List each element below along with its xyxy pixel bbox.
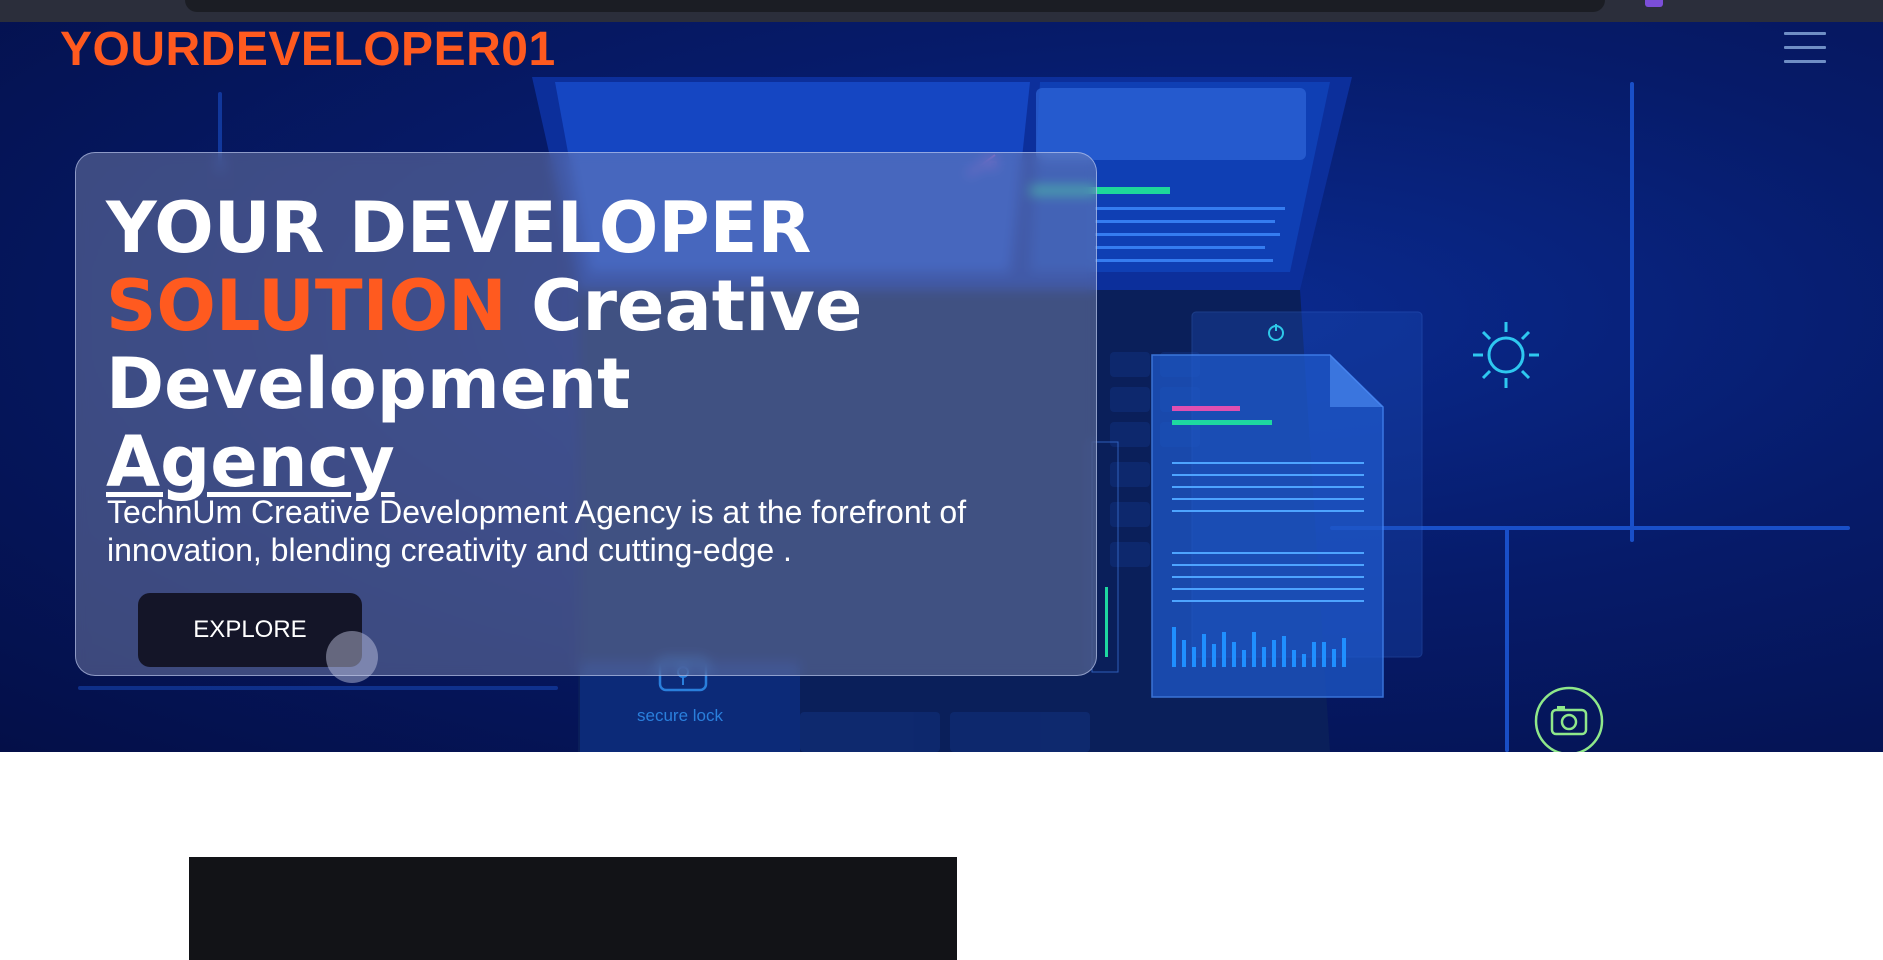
brand-logo[interactable]: YOURDEVELOPER01 (60, 22, 556, 77)
media-placeholder (189, 857, 957, 960)
cursor-indicator (326, 631, 378, 683)
headline-line1: YOUR DEVELOPER (106, 187, 812, 269)
menu-bar-top (1784, 32, 1826, 35)
hero-card: YOUR DEVELOPER SOLUTION Creative Developm… (75, 152, 1097, 683)
secure-lock-label: secure lock (637, 706, 723, 725)
headline-last[interactable]: Agency (106, 421, 395, 503)
hero-section: YOURDEVELOPER01 YOUR DEVELOPER SOLUTION C… (0, 22, 1883, 752)
extension-icon[interactable] (1645, 0, 1663, 7)
headline-accent: SOLUTION (106, 265, 507, 347)
menu-bar-bottom (1784, 60, 1826, 63)
hero-description: TechnUm Creative Development Agency is a… (107, 494, 967, 568)
address-bar[interactable] (185, 0, 1605, 12)
hero-headline: YOUR DEVELOPER SOLUTION Creative Developm… (106, 189, 1006, 501)
hamburger-menu-icon[interactable] (1784, 32, 1826, 66)
browser-top-strip (0, 0, 1883, 22)
menu-bar-middle (1784, 46, 1826, 49)
